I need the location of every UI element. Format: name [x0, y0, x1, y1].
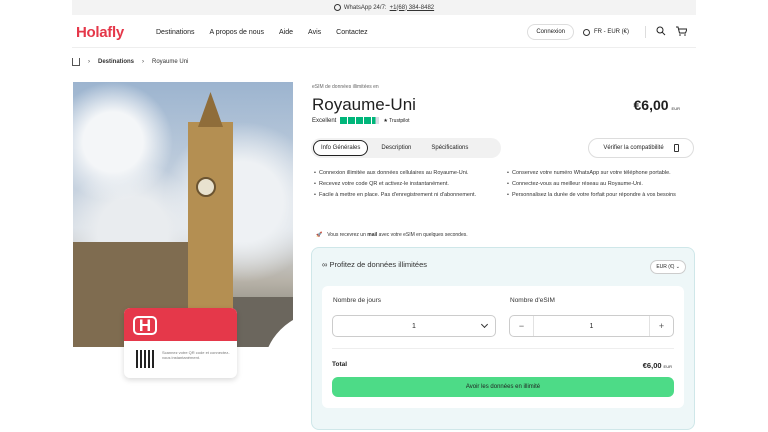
trustpilot-logo: ★ Trustpilot — [383, 117, 410, 124]
breadcrumb-chevron-icon: › — [142, 59, 145, 65]
esim-count-label: Nombre d'eSIM — [510, 297, 555, 304]
nav-item-destinations[interactable]: Destinations — [156, 29, 195, 36]
tab-specifications[interactable]: Spécifications — [424, 141, 475, 155]
home-icon[interactable] — [72, 58, 80, 66]
product-price: €6,00 EUR — [633, 97, 681, 113]
esim-card-text: Scannez votre QR code et connectez-vous … — [162, 350, 230, 360]
nav-item-help[interactable]: Aide — [279, 29, 293, 36]
feature-item: Conservez votre numéro WhatsApp sur votr… — [507, 170, 697, 177]
currency-selector[interactable]: EUR (€) ⌄ — [650, 260, 686, 274]
feature-item: Recevez votre code QR et activez-le inst… — [314, 181, 501, 188]
login-button[interactable]: Connexion — [527, 24, 574, 40]
buy-unlimited-data-button[interactable]: Avoir les données en illimité — [332, 377, 674, 397]
order-form: Nombre de jours 1 Nombre d'eSIM − 1 + To… — [322, 286, 684, 408]
esim-card-illustration: H Scannez votre QR code et connectez-vou… — [124, 308, 237, 378]
feature-item: Connectez-vous au meilleur réseau au Roy… — [507, 181, 697, 188]
delivery-note: 🚀 Vous recevrez un mail avec votre eSIM … — [316, 232, 468, 238]
whatsapp-label: WhatsApp 24/7: — [343, 4, 387, 11]
breadcrumb-current: Royaume Uni — [152, 59, 189, 65]
product-title: Royaume-Uni — [312, 95, 416, 114]
breadcrumb-destinations[interactable]: Destinations — [98, 59, 134, 65]
phone-icon — [673, 144, 679, 152]
rating-stars — [340, 117, 380, 124]
increment-button[interactable]: + — [649, 316, 673, 336]
rocket-icon: 🚀 — [316, 232, 323, 238]
days-select[interactable]: 1 — [332, 315, 496, 337]
tab-general-info[interactable]: Info Générales — [313, 140, 369, 156]
top-announcement-bar: WhatsApp 24/7: +1(68) 384-8482 — [72, 0, 696, 15]
total-label: Total — [332, 361, 348, 368]
qr-code-icon — [136, 350, 154, 368]
holafly-logo[interactable]: Holafly — [76, 24, 156, 41]
language-label: FR - EUR (€) — [594, 29, 629, 35]
whatsapp-phone-link[interactable]: +1(68) 384-8482 — [390, 5, 435, 11]
header-divider — [72, 47, 696, 48]
tab-description[interactable]: Description — [374, 141, 418, 155]
feature-list: Connexion illimitée aux données cellulai… — [314, 170, 699, 199]
days-label: Nombre de jours — [333, 297, 382, 304]
decrement-button[interactable]: − — [510, 316, 534, 336]
product-subtitle: eSIM de données illimitées en — [312, 84, 379, 90]
holafly-h-logo: H — [133, 316, 157, 335]
nav-item-reviews[interactable]: Avis — [308, 29, 321, 36]
nav-actions: Connexion FR - EUR (€) — [527, 24, 696, 40]
feature-item: Facile à mettre en place. Pas d'enregist… — [314, 192, 501, 199]
breadcrumb: › Destinations › Royaume Uni — [72, 58, 188, 66]
feature-item: Personnalisez la durée de votre forfait … — [507, 192, 697, 199]
nav-divider — [645, 26, 646, 38]
chevron-down-icon — [480, 320, 489, 329]
trustpilot-rating[interactable]: Excellent ★ Trustpilot — [312, 117, 410, 124]
main-navigation: Holafly Destinations A propos de nous Ai… — [72, 18, 696, 46]
form-divider — [332, 348, 674, 349]
breadcrumb-chevron-icon: › — [88, 59, 90, 65]
feature-item: Connexion illimitée aux données cellulai… — [314, 170, 501, 177]
nav-item-contact[interactable]: Contactez — [336, 29, 368, 36]
purchase-panel: ∞ Profitez de données illimitées EUR (€)… — [311, 247, 695, 430]
panel-heading: ∞ Profitez de données illimitées — [322, 260, 427, 269]
esim-quantity-stepper[interactable]: − 1 + — [509, 315, 674, 337]
cart-icon[interactable] — [676, 26, 688, 38]
whatsapp-icon — [333, 4, 341, 11]
globe-icon — [583, 28, 590, 36]
nav-menu: Destinations A propos de nous Aide Avis … — [156, 29, 383, 36]
verify-compatibility-button[interactable]: Vérifier la compatibilité — [588, 138, 694, 158]
total-value: €6,00 EUR — [642, 361, 672, 370]
language-selector[interactable]: FR - EUR (€) — [583, 28, 629, 36]
product-tabs: Info Générales Description Spécification… — [311, 138, 501, 158]
nav-item-about[interactable]: A propos de nous — [210, 29, 265, 36]
rating-label: Excellent — [312, 117, 337, 124]
search-icon[interactable] — [656, 26, 668, 38]
